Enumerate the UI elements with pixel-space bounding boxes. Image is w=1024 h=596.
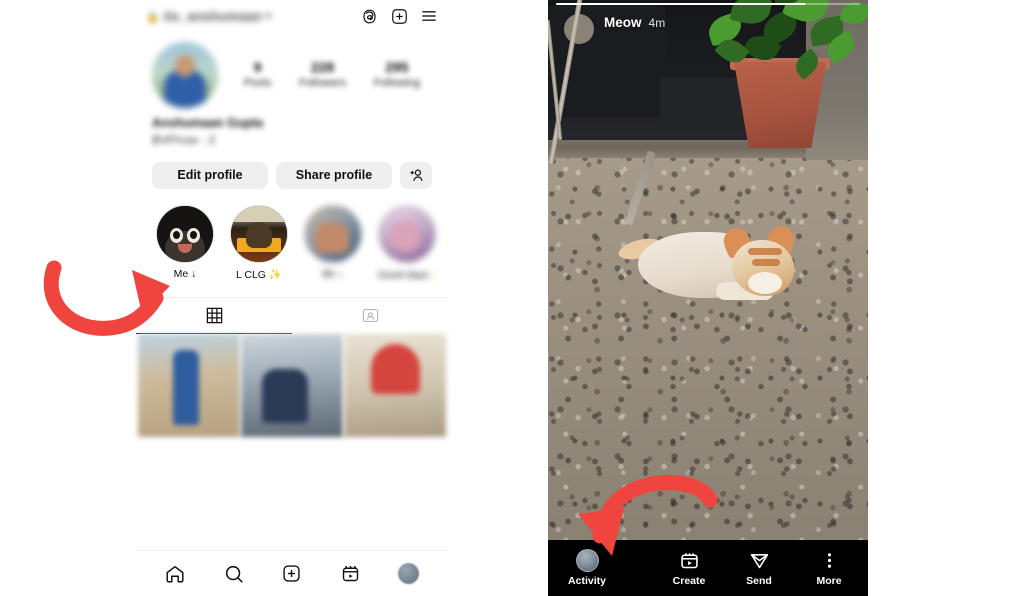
story-more-button[interactable]: More [806, 549, 852, 587]
stat-followers[interactable]: 228 Followers [299, 59, 346, 91]
stat-following[interactable]: 295 Following [374, 59, 420, 91]
chevron-down-icon: ▾ [266, 10, 272, 22]
profile-avatar-icon [398, 563, 420, 584]
story-media[interactable] [548, 0, 868, 540]
highlight-cover [230, 204, 288, 263]
lock-icon: 🔒 [146, 10, 160, 23]
bio-text: BVP/cse - 2 [152, 133, 216, 148]
send-label: Send [746, 575, 772, 587]
nav-search-icon[interactable] [216, 556, 252, 592]
cat-subject [616, 214, 806, 308]
nav-profile-avatar[interactable] [391, 556, 427, 592]
story-progress-fill [556, 3, 806, 6]
tab-tagged[interactable] [292, 298, 448, 334]
create-post-icon[interactable] [384, 1, 414, 31]
highlight-label: Good days ✨ [378, 268, 436, 281]
posts-count: 9 [253, 58, 262, 75]
profile-tabs [136, 296, 448, 334]
nav-reels-icon[interactable] [332, 556, 368, 592]
nav-create-icon[interactable] [274, 556, 310, 592]
three-dots-icon [819, 549, 840, 571]
profile-avatar[interactable] [152, 42, 218, 108]
instagram-profile-screen: 🔒 its_anshumaan ▾ 9 Posts 228 Followers … [136, 0, 448, 596]
reels-create-icon [679, 549, 700, 571]
hamburger-menu-icon[interactable] [414, 1, 444, 31]
profile-action-buttons: Edit profile Share profile [136, 150, 448, 189]
cat-stripe [748, 248, 782, 255]
instagram-story-viewer: Meow 4m Activity Create Send More [548, 0, 868, 596]
highlight-cover [378, 204, 436, 263]
story-username[interactable]: Meow [604, 15, 642, 30]
posts-label: Posts [243, 76, 272, 89]
story-actions-group: Create Send More [666, 549, 852, 587]
bottom-navigation-bar [136, 550, 448, 596]
story-send-button[interactable]: Send [736, 549, 782, 587]
activity-avatar-icon [575, 548, 599, 572]
story-highlights-row: Me ↓ L CLG ✨ Bir ↓ Good days ✨ [136, 189, 448, 281]
tab-grid[interactable] [136, 298, 292, 334]
story-activity-button[interactable]: Activity [564, 548, 610, 587]
nav-home-icon[interactable] [157, 556, 193, 592]
profile-stats: 9 Posts 228 Followers 295 Following [218, 59, 434, 91]
add-person-button[interactable] [400, 161, 432, 189]
highlight-label: Bir ↓ [322, 267, 344, 280]
profile-summary-row: 9 Posts 228 Followers 295 Following [136, 32, 448, 108]
grid-post-2[interactable] [241, 333, 343, 438]
following-count: 295 [385, 58, 409, 75]
highlight-cover [156, 204, 214, 263]
highlight-me[interactable]: Me ↓ [156, 204, 214, 281]
story-progress-bar[interactable] [556, 3, 860, 6]
grid-post-1[interactable] [138, 333, 240, 438]
highlight-cover [304, 204, 362, 263]
username-label: its_anshumaan [163, 8, 262, 24]
story-bottom-bar: Activity Create Send More [548, 540, 868, 596]
grid-post-3[interactable] [344, 333, 446, 438]
profile-bio: Anshumaan Gupta BVP/cse - 2 [136, 108, 448, 150]
story-header: Meow 4m [548, 0, 868, 30]
edit-profile-button[interactable]: Edit profile [152, 161, 268, 189]
followers-label: Followers [298, 76, 347, 89]
highlight-fourth[interactable]: Good days ✨ [378, 204, 436, 281]
activity-label: Activity [568, 575, 606, 587]
paper-plane-icon [749, 549, 770, 571]
following-label: Following [373, 76, 421, 89]
cat-stripe [752, 259, 780, 266]
cat-snout [748, 272, 782, 294]
create-label: Create [672, 575, 706, 587]
story-create-button[interactable]: Create [666, 549, 712, 587]
concrete-ground [548, 150, 868, 540]
more-label: More [816, 575, 842, 587]
posts-grid [136, 333, 448, 438]
bio-display-name: Anshumaan Gupta [152, 116, 264, 130]
stat-posts[interactable]: 9 Posts [244, 59, 272, 91]
highlight-label: L CLG ✨ [236, 268, 282, 281]
threads-icon[interactable] [354, 1, 384, 31]
share-profile-button[interactable]: Share profile [276, 161, 392, 189]
followers-count: 228 [310, 58, 335, 75]
highlight-clg[interactable]: L CLG ✨ [230, 204, 288, 281]
story-author-info: Meow 4m [556, 15, 860, 30]
highlight-third[interactable]: Bir ↓ [304, 204, 362, 281]
username-dropdown[interactable]: 🔒 its_anshumaan ▾ [146, 9, 354, 24]
story-timestamp: 4m [648, 16, 666, 31]
profile-top-bar: 🔒 its_anshumaan ▾ [136, 0, 448, 32]
highlight-label: Me ↓ [173, 267, 197, 280]
